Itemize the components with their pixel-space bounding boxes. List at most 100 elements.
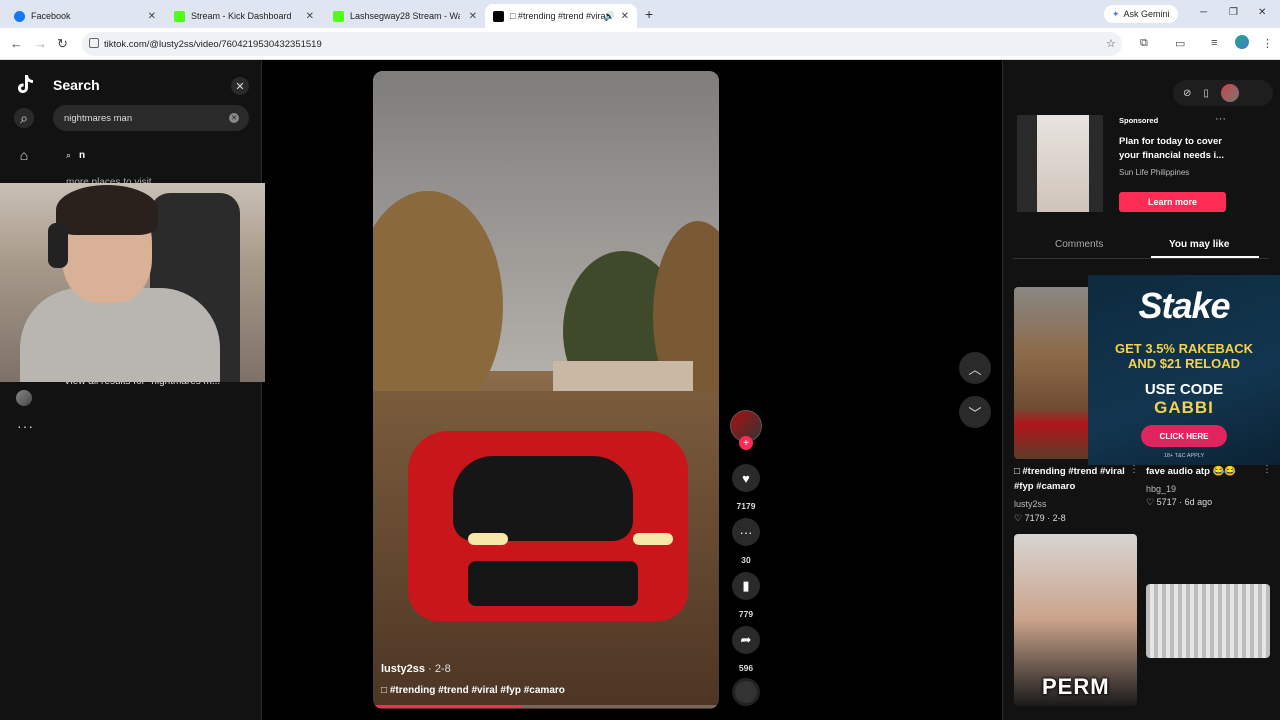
compass-icon[interactable]: ⊘ xyxy=(1183,88,1191,99)
stake-promo-code: GABBI xyxy=(1154,398,1214,417)
stake-promo-overlay: Stake GET 3.5% RAKEBACK AND $21 RELOAD U… xyxy=(1088,275,1280,465)
stake-offer: GET 3.5% RAKEBACK AND $21 RELOAD xyxy=(1088,341,1280,371)
share-count: 596 xyxy=(738,663,754,673)
search-icon[interactable]: ⌕ xyxy=(14,108,34,128)
tab-you-may-like[interactable]: You may like xyxy=(1169,239,1229,250)
follow-plus-icon[interactable]: + xyxy=(739,436,753,450)
gemini-sparkle-icon: ✦ xyxy=(1112,8,1120,19)
facebook-favicon-icon xyxy=(14,10,25,22)
save-count: 779 xyxy=(738,609,754,619)
close-tab-icon[interactable]: ✕ xyxy=(621,11,629,22)
tiktok-logo-icon[interactable] xyxy=(16,74,34,94)
streamer-webcam-overlay xyxy=(0,183,265,382)
music-disc-icon[interactable] xyxy=(732,678,760,706)
recommended-video-author[interactable]: hbg_19 xyxy=(1146,484,1176,494)
recommended-video-title[interactable]: fave audio atp 😂😂 xyxy=(1146,464,1266,479)
bookmark-star-icon[interactable]: ☆ xyxy=(1106,37,1116,50)
device-icon[interactable]: ▯ xyxy=(1203,88,1209,99)
video-progress-bar[interactable] xyxy=(373,705,719,708)
more-icon[interactable]: ··· xyxy=(17,418,34,434)
video-progress-fill xyxy=(373,705,522,708)
close-window-icon[interactable]: ✕ xyxy=(1258,7,1266,18)
share-arrow-icon[interactable]: ➦ xyxy=(732,626,760,654)
tab-facebook[interactable]: Facebook ✕ xyxy=(6,4,164,28)
stake-fine-print: 18+ T&C APPLY xyxy=(1163,453,1205,459)
tab-tiktok-active[interactable]: □ #trending #trend #viral # 🔊 ✕ xyxy=(485,4,637,28)
ad-title[interactable]: Plan for today to cover your financial n… xyxy=(1119,135,1234,163)
url-field[interactable]: tiktok.com/@lusty2ss/video/7604219530432… xyxy=(82,32,1122,56)
recommended-video-title[interactable]: □ #trending #trend #viral #fyp #camaro xyxy=(1014,464,1134,494)
video-caption: □ #trending #trend #viral #fyp #camaro xyxy=(381,685,565,696)
close-tab-icon[interactable]: ✕ xyxy=(306,11,314,22)
url-text: tiktok.com/@lusty2ss/video/7604219530432… xyxy=(104,38,322,50)
stake-offer-line2: AND $21 RELOAD xyxy=(1128,356,1240,371)
search-icon: ⌕ xyxy=(66,150,72,160)
menu-kebab-icon[interactable]: ⋮ xyxy=(1262,37,1273,50)
home-icon[interactable]: ⌂ xyxy=(15,146,33,164)
stake-offer-line1: GET 3.5% RAKEBACK xyxy=(1115,341,1253,356)
close-search-panel-icon[interactable]: ✕ xyxy=(231,77,249,95)
video-author[interactable]: lusty2ss · 2-8 xyxy=(381,663,451,675)
new-tab-button[interactable]: + xyxy=(645,6,653,22)
car-headlight xyxy=(468,533,508,545)
media-controls-icon[interactable]: ≡ xyxy=(1211,37,1217,49)
like-heart-icon[interactable]: ♥ xyxy=(732,464,760,492)
close-tab-icon[interactable]: ✕ xyxy=(148,11,156,22)
close-tab-icon[interactable]: ✕ xyxy=(469,11,477,22)
user-avatar[interactable] xyxy=(1220,84,1239,102)
video-date: · 2-8 xyxy=(428,663,451,675)
recommended-video-thumbnail[interactable]: PERM xyxy=(1014,534,1137,706)
clear-search-icon[interactable]: ✕ xyxy=(229,113,239,123)
tab-title: Stream - Kick Dashboard xyxy=(191,11,292,21)
more-icon[interactable]: ⋮ xyxy=(1262,464,1272,475)
stake-use-code: USE CODE xyxy=(1144,381,1224,398)
stake-click-here-button[interactable]: CLICK HERE xyxy=(1141,425,1227,447)
search-input[interactable]: nightmares man ✕ xyxy=(53,105,249,131)
ad-more-icon[interactable]: ··· xyxy=(1215,113,1226,125)
ad-thumbnail-image xyxy=(1037,115,1089,212)
back-arrow-icon[interactable]: ← xyxy=(10,36,23,51)
bookmark-icon[interactable]: ▮ xyxy=(732,572,760,600)
next-video-chevron-down-icon[interactable]: ﹀ xyxy=(959,396,991,428)
video-player[interactable]: lusty2ss · 2-8 □ #trending #trend #viral… xyxy=(373,71,719,709)
address-bar-row: ← → ↻ tiktok.com/@lusty2ss/video/7604219… xyxy=(0,28,1280,60)
ad-thumbnail[interactable] xyxy=(1017,115,1103,212)
profile-avatar[interactable] xyxy=(1235,35,1249,49)
cast-icon[interactable]: ▭ xyxy=(1175,37,1185,50)
profile-avatar[interactable] xyxy=(16,390,32,406)
site-info-icon[interactable] xyxy=(89,38,99,48)
tab-kick-dashboard[interactable]: Stream - Kick Dashboard ✕ xyxy=(166,4,322,28)
ad-brand: Sun Life Philippines xyxy=(1119,168,1190,177)
tab-divider xyxy=(1013,258,1269,259)
suggestion-text: n xyxy=(79,150,86,161)
search-suggestion[interactable]: ⌕ n xyxy=(66,150,85,161)
active-tab-underline xyxy=(1151,256,1259,258)
gemini-label: Ask Gemini xyxy=(1123,9,1170,19)
sponsored-label: Sponsored xyxy=(1119,116,1159,125)
extensions-icon[interactable]: ⧉ xyxy=(1140,37,1148,50)
tab-comments[interactable]: Comments xyxy=(1055,239,1103,250)
tab-title: Facebook xyxy=(31,11,71,21)
restore-icon[interactable]: ❐ xyxy=(1229,7,1238,18)
speaker-icon[interactable]: 🔊 xyxy=(604,11,615,22)
previous-video-chevron-up-icon[interactable]: ︿ xyxy=(959,352,991,384)
recommended-video-author[interactable]: lusty2ss xyxy=(1014,499,1047,509)
comment-icon[interactable]: ··· xyxy=(732,518,760,546)
car-grille xyxy=(468,561,638,606)
forward-arrow-icon[interactable]: → xyxy=(34,36,47,51)
comment-count: 30 xyxy=(741,555,751,565)
search-panel: Search ✕ ⌕ nightmares man ✕ ⌂ ⌕ n more p… xyxy=(0,60,262,720)
kick-favicon-icon xyxy=(174,10,185,22)
reload-icon[interactable]: ↻ xyxy=(57,36,68,52)
tab-title: □ #trending #trend #viral # xyxy=(510,11,605,21)
minimize-icon[interactable]: ─ xyxy=(1200,7,1207,18)
learn-more-button[interactable]: Learn more xyxy=(1119,192,1226,212)
streamer-hair xyxy=(56,185,158,235)
stake-logo: Stake xyxy=(1138,285,1230,326)
ask-gemini-button[interactable]: ✦ Ask Gemini xyxy=(1104,5,1178,23)
tiktok-favicon-icon xyxy=(493,10,504,22)
tab-kick-stream[interactable]: Lashsegway28 Stream - Watch ✕ xyxy=(325,4,485,28)
more-icon[interactable]: ⋮ xyxy=(1129,464,1139,475)
recommended-video-thumbnail[interactable] xyxy=(1146,584,1270,658)
car-hood xyxy=(453,456,633,541)
